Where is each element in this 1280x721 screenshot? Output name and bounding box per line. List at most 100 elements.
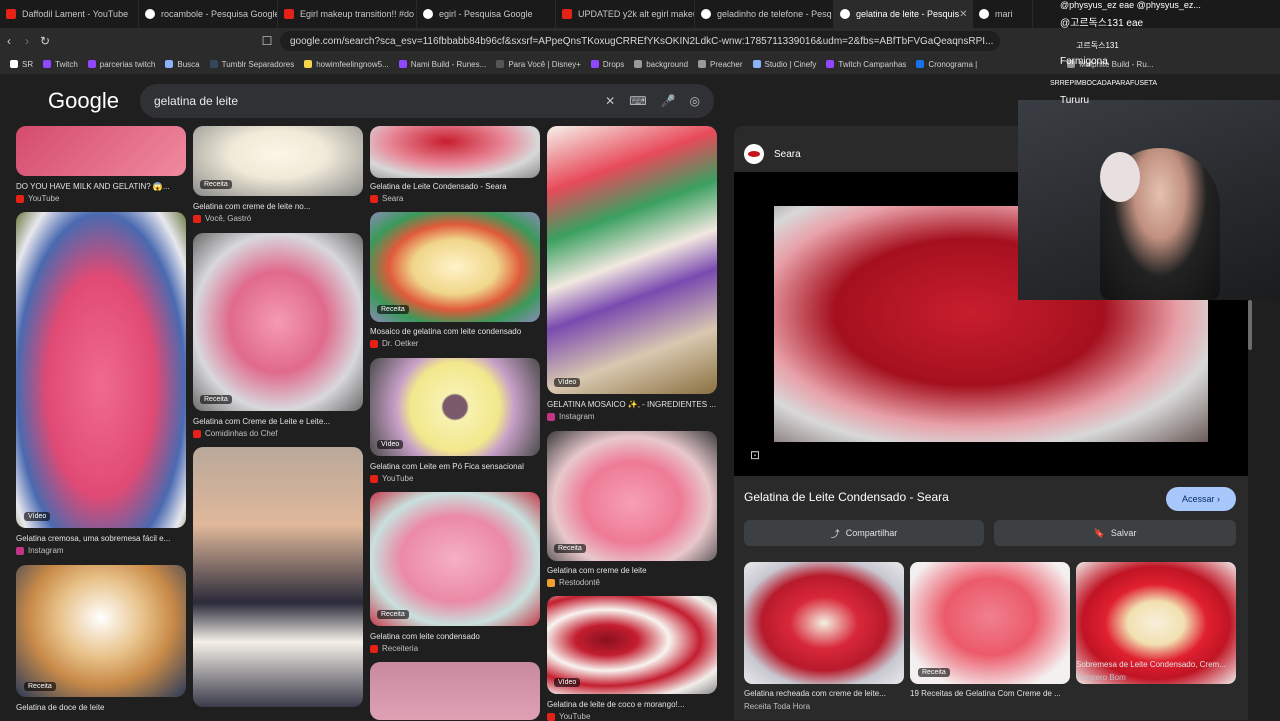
bookmark-item[interactable]: Busca xyxy=(165,59,200,69)
result-caption[interactable]: Gelatina com leite condensado xyxy=(370,632,540,641)
bookmark-icon xyxy=(398,60,407,68)
result-caption[interactable]: Gelatina cremosa, uma sobremesa fácil e.… xyxy=(16,534,186,543)
result-caption[interactable]: DO YOU HAVE MILK AND GELATIN? 😱... xyxy=(16,182,186,191)
share-button[interactable]: ⤴ Compartilhar xyxy=(744,520,984,546)
bookmark-item[interactable]: parcerias twitch xyxy=(87,60,155,69)
chat-username: SRREPIMBOCADAPARAFUSETA xyxy=(1050,80,1158,87)
bookmark-item[interactable]: Studio | Cinefy xyxy=(752,60,816,69)
panel-scrollbar[interactable] xyxy=(1248,300,1252,350)
bookmark-item[interactable]: Cronograma | xyxy=(916,60,977,69)
result-caption[interactable]: Gelatina com Leite em Pó Fica sensaciona… xyxy=(370,462,540,471)
seara-logo-icon xyxy=(744,144,764,164)
result-image[interactable] xyxy=(547,126,717,394)
tab-label: egirl - Pesquisa Google xyxy=(439,9,533,19)
bookmark-icon xyxy=(916,60,925,68)
visit-button[interactable]: Acessar › xyxy=(1166,487,1236,511)
back-icon[interactable]: ‹ xyxy=(0,34,18,48)
bookmark-item[interactable]: Para Você | Disney+ xyxy=(496,60,581,69)
result-image[interactable] xyxy=(547,431,717,561)
related-caption[interactable]: Gelatina recheada com creme de leite... xyxy=(744,689,904,698)
bookmark-item[interactable]: background xyxy=(634,60,688,69)
related-image[interactable] xyxy=(910,562,1070,684)
preview-title[interactable]: Gelatina de Leite Condensado - Seara xyxy=(744,490,949,504)
bookmark-item[interactable]: Drops xyxy=(590,60,624,69)
result-caption[interactable]: Mosaico de gelatina com leite condensado xyxy=(370,327,540,336)
preview-source[interactable]: Seara xyxy=(744,144,801,164)
tab-6[interactable]: gelatina de leite - Pesquis ✕ xyxy=(834,0,973,28)
bookmark-item[interactable]: SR xyxy=(10,60,33,69)
result-image[interactable] xyxy=(370,492,540,626)
close-tab-icon[interactable]: ✕ xyxy=(959,9,967,20)
search-input[interactable]: gelatina de leite ✕ ⌨ 🎤 ◎ xyxy=(140,84,714,118)
recipe-badge: Receita xyxy=(377,610,409,619)
tab-0[interactable]: Daffodil Lament - YouTube xyxy=(0,0,139,28)
youtube-icon xyxy=(547,712,555,721)
bookmark-item[interactable]: howimfeelingnow5... xyxy=(304,60,389,69)
result-caption[interactable]: Gelatina de leite de coco e morango!... xyxy=(547,700,717,709)
lens-search-icon[interactable]: ⊡ xyxy=(750,448,760,462)
related-caption[interactable]: 19 Receitas de Gelatina Com Creme de ... xyxy=(910,689,1070,698)
microphone-icon[interactable]: 🎤 xyxy=(661,94,676,108)
reload-icon[interactable]: ↻ xyxy=(36,34,54,48)
tab-7[interactable]: mari xyxy=(973,0,1033,28)
bookmark-item[interactable]: Nami Build - Runes... xyxy=(398,60,486,69)
tab-4[interactable]: UPDATED y2k alt egirl makeu xyxy=(556,0,695,28)
keyboard-icon[interactable]: ⌨ xyxy=(629,94,646,108)
result-image[interactable] xyxy=(193,447,363,707)
bookmark-item[interactable]: Tumblr Separadores xyxy=(209,60,294,69)
google-logo[interactable]: Google xyxy=(48,88,119,114)
result-caption[interactable]: Gelatina de doce de leite xyxy=(16,703,186,712)
result-image[interactable] xyxy=(16,126,186,176)
bookmark-label: Busca xyxy=(177,59,200,69)
youtube-icon xyxy=(6,9,16,19)
address-bar[interactable]: google.com/search?sca_esv=116fbbabb84b96… xyxy=(280,31,1000,51)
chat-username: 고르독스131 xyxy=(1076,41,1119,50)
bookmark-label: Twitch Campanhas xyxy=(838,59,907,69)
chat-username: Tururu xyxy=(1060,95,1090,106)
bookmark-item[interactable]: Twitch xyxy=(43,60,78,69)
bookmark-icon xyxy=(10,60,18,68)
tab-1[interactable]: rocambole - Pesquisa Google xyxy=(139,0,278,28)
bookmark-icon[interactable]: ☐ xyxy=(258,34,276,48)
bookmark-item[interactable]: Preacher xyxy=(698,59,743,69)
bookmark-icon xyxy=(496,60,505,68)
video-badge: Vídeo xyxy=(377,440,404,449)
site-icon xyxy=(193,214,201,223)
youtube-icon xyxy=(284,9,294,19)
google-icon xyxy=(145,9,155,19)
tab-2[interactable]: Egirl makeup transition!! #do xyxy=(278,0,417,28)
result-image[interactable] xyxy=(16,212,186,528)
result-image[interactable] xyxy=(370,126,540,178)
save-button[interactable]: 🔖 Salvar xyxy=(994,520,1236,546)
bookmark-label: SR xyxy=(22,59,34,69)
result-caption[interactable]: Gelatina com creme de leite no... xyxy=(193,202,363,211)
lens-icon[interactable]: ◎ xyxy=(690,94,700,108)
clear-icon[interactable]: ✕ xyxy=(605,94,615,108)
result-caption[interactable]: Gelatina com creme de leite xyxy=(547,566,717,575)
google-icon xyxy=(701,9,711,19)
bookmark-label: Preacher xyxy=(710,59,743,69)
result-source: Comidinhas do Chef xyxy=(193,429,277,438)
chat-message: @고르독스131 eae xyxy=(1060,18,1144,29)
video-badge: Vídeo xyxy=(24,512,51,521)
result-caption[interactable]: Gelatina com Creme de Leite e Leite... xyxy=(193,417,363,426)
recipe-badge: Receita xyxy=(200,395,232,404)
result-image[interactable] xyxy=(193,233,363,411)
forward-icon[interactable]: › xyxy=(18,34,36,48)
bookmark-label: Cronograma | xyxy=(928,59,978,69)
result-caption[interactable]: GELATINA MOSAICO ✨, - INGREDIENTES ... xyxy=(547,400,717,409)
tab-3[interactable]: egirl - Pesquisa Google xyxy=(417,0,556,28)
result-source: Você, Gastró xyxy=(193,214,251,223)
tab-5[interactable]: geladinho de telefone - Pesq xyxy=(695,0,834,28)
chat-username: Formigona xyxy=(1060,56,1108,67)
result-caption[interactable]: Gelatina de Leite Condensado - Seara xyxy=(370,182,540,191)
chat-overlay: @physyus_ez eae @physyus_ez... @고르독스131 … xyxy=(1050,0,1280,106)
bookmark-item[interactable]: Twitch Campanhas xyxy=(826,60,906,69)
youtube-icon xyxy=(370,474,378,483)
result-image[interactable] xyxy=(370,662,540,720)
result-image[interactable] xyxy=(16,565,186,697)
result-source: Seara xyxy=(370,194,403,203)
source-label: Instagram xyxy=(559,412,595,421)
related-image[interactable] xyxy=(744,562,904,684)
related-caption[interactable]: Sobremesa de Leite Condensado, Crem... xyxy=(1076,660,1236,669)
